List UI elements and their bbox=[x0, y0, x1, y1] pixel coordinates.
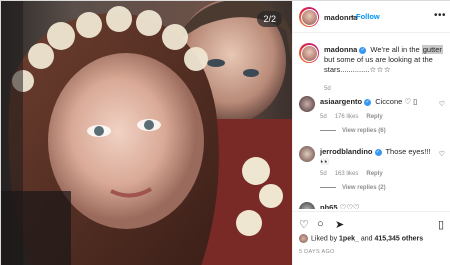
liked-by-line: Liked by 1pek_ and 415,345 others bbox=[299, 234, 423, 243]
liked-by-others[interactable]: 415,345 others bbox=[374, 235, 423, 242]
comment-likes[interactable]: 176 likes bbox=[335, 114, 359, 120]
verified-badge-icon: ✓ bbox=[364, 98, 372, 106]
comment-like-icon[interactable]: ♡ bbox=[439, 150, 445, 158]
comment-emoji: 👀 bbox=[320, 157, 330, 166]
comment-bubble-icon[interactable]: ○ bbox=[317, 218, 324, 230]
comment-reply-button[interactable]: Reply bbox=[366, 114, 382, 120]
share-send-icon[interactable]: ➤ bbox=[335, 218, 344, 231]
comment-body: ♡♡♡ bbox=[337, 203, 360, 209]
comment-reply-button[interactable]: Reply bbox=[366, 171, 382, 177]
comment-text: ph65 ♡♡♡ bbox=[320, 203, 432, 209]
caption-timestamp: 5d bbox=[324, 86, 331, 92]
photo-counter: 2/2 bbox=[257, 11, 282, 27]
more-options-icon[interactable]: ••• bbox=[434, 10, 446, 21]
caption-avatar[interactable] bbox=[299, 43, 319, 63]
separator-dot: • bbox=[351, 12, 354, 21]
comment-emoji: ♡ ▯ bbox=[404, 97, 418, 106]
follow-button[interactable]: Follow bbox=[356, 12, 380, 21]
comment-body: Those eyes!!! bbox=[383, 147, 431, 156]
comment-username[interactable]: ph65 bbox=[320, 203, 338, 209]
commenter-avatar[interactable] bbox=[299, 146, 315, 162]
comment-likes[interactable]: 163 likes bbox=[335, 171, 359, 177]
liked-by-middle: and bbox=[358, 235, 375, 243]
post-side-panel: madonna • Follow ••• madonna ✓ We're all … bbox=[292, 1, 450, 265]
comment-time: 5d bbox=[320, 171, 327, 177]
verified-badge-icon: ✓ bbox=[359, 46, 367, 54]
view-replies-link[interactable]: View replies (6) bbox=[320, 128, 386, 134]
commenter-avatar[interactable] bbox=[299, 96, 315, 112]
post-photo[interactable]: 2/2 bbox=[1, 1, 292, 265]
view-replies-link[interactable]: View replies (2) bbox=[320, 185, 386, 191]
comments-section[interactable]: madonna ✓ We're all in the gutter but som… bbox=[293, 34, 450, 209]
caption-highlight: gutter bbox=[421, 45, 443, 54]
verified-badge-icon: ✓ bbox=[374, 148, 382, 156]
comment-text: jerrodblandino ✓ Those eyes!!! 👀 bbox=[320, 147, 432, 167]
save-bookmark-icon[interactable]: ▯ bbox=[438, 218, 444, 231]
comment-item: ph65 ♡♡♡ bbox=[299, 202, 449, 209]
comment-username[interactable]: jerrodblandino bbox=[320, 147, 373, 156]
caption-username[interactable]: madonna bbox=[324, 45, 357, 54]
author-avatar[interactable] bbox=[299, 7, 319, 27]
comment-username[interactable]: asiaargento bbox=[320, 97, 362, 106]
caption-stars: ☆☆☆ bbox=[369, 65, 392, 74]
post-age: 5 DAYS AGO bbox=[299, 249, 335, 255]
liked-by-prefix: Liked by bbox=[311, 235, 340, 243]
like-heart-icon[interactable]: ♡ bbox=[299, 218, 309, 231]
comment-like-icon[interactable]: ♡ bbox=[439, 100, 445, 108]
comment-item: asiaargento ✓ Ciccone ♡ ▯ ♡ 5d 176 likes Re… bbox=[299, 96, 449, 136]
comment-body: Ciccone bbox=[373, 97, 405, 106]
comment-item: jerrodblandino ✓ Those eyes!!! 👀 ♡ 5d 163 l… bbox=[299, 146, 449, 194]
post-frame: 2/2 madonna • Follow ••• madonna ✓ We're … bbox=[0, 0, 450, 265]
comment-meta: 5d 176 likes Reply bbox=[320, 114, 391, 120]
comment-meta: 5d 163 likes Reply bbox=[320, 171, 391, 177]
commenter-avatar[interactable] bbox=[299, 202, 315, 209]
action-bar: ♡ ○ ➤ ▯ bbox=[293, 211, 450, 235]
children-photo-image bbox=[1, 1, 292, 265]
liker-avatar[interactable] bbox=[299, 234, 308, 243]
caption-body-start: We're all in the bbox=[368, 45, 422, 54]
caption-text: madonna ✓ We're all in the gutter but som… bbox=[324, 45, 449, 75]
comment-time: 5d bbox=[320, 114, 327, 120]
post-header: madonna • Follow ••• bbox=[293, 1, 450, 33]
comment-text: asiaargento ✓ Ciccone ♡ ▯ bbox=[320, 97, 432, 107]
liked-by-user[interactable]: 1pek_ bbox=[339, 235, 359, 242]
